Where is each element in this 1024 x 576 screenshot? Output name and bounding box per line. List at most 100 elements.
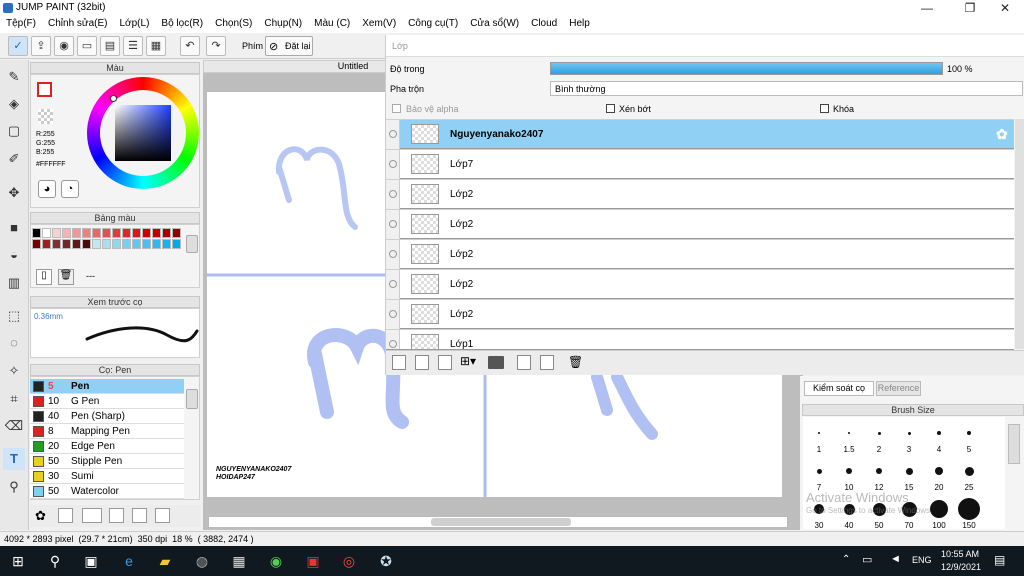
menu-file[interactable]: Tệp(F) <box>0 17 42 33</box>
palette-swatch[interactable] <box>152 228 161 238</box>
palette-swatch[interactable] <box>102 239 111 249</box>
check-icon[interactable]: ✓ <box>8 36 28 56</box>
palette-swatch[interactable] <box>92 239 101 249</box>
palette-swatch[interactable] <box>52 239 61 249</box>
menu-view[interactable]: Xem(V) <box>356 17 402 33</box>
comment-icon[interactable]: ◉ <box>54 36 74 56</box>
brush-item[interactable]: 50 Stipple Pen <box>30 454 184 469</box>
brush-item[interactable]: 50 Watercolor <box>30 484 184 499</box>
palette-icon[interactable]: ◕ <box>38 180 56 198</box>
volume-icon[interactable]: ◄ <box>890 553 901 565</box>
brush-scrollbar[interactable] <box>186 389 198 409</box>
layer-row[interactable]: Lớp2 <box>386 299 1014 330</box>
select-pen-icon[interactable]: ⌗ <box>3 388 25 410</box>
saturation-square[interactable] <box>115 105 171 161</box>
brush-settings-icon[interactable]: ✿ <box>35 508 46 524</box>
brush-item[interactable]: 10 G Pen <box>30 394 184 409</box>
new-8bit-layer-icon[interactable] <box>415 355 429 370</box>
palette-swatch[interactable] <box>52 228 61 238</box>
menu-help[interactable]: Help <box>563 17 596 33</box>
brush-tool-icon[interactable]: ✎ <box>3 66 25 88</box>
folder-icon[interactable] <box>132 508 147 523</box>
add-layer-menu-icon[interactable]: ⊞▾ <box>460 354 476 368</box>
task-view-icon[interactable]: ▣ <box>80 551 102 571</box>
palette-swatch[interactable] <box>172 239 181 249</box>
brush-size-cell[interactable]: 15 <box>895 459 923 493</box>
palette-swatch[interactable] <box>42 228 51 238</box>
layer-scrollbar[interactable] <box>1015 119 1024 349</box>
palette-swatch[interactable] <box>132 239 141 249</box>
eye-icon[interactable] <box>389 220 397 228</box>
search-icon[interactable]: ⚲ <box>44 551 66 571</box>
palette-swatch[interactable] <box>172 228 181 238</box>
redo-icon[interactable]: ↷ <box>206 36 226 56</box>
menu-capture[interactable]: Chụp(N) <box>258 17 308 33</box>
gradient-icon[interactable]: ▥ <box>3 272 25 294</box>
chrome-icon[interactable]: ◎ <box>338 551 360 571</box>
primary-color-swatch[interactable] <box>37 82 52 97</box>
eye-icon[interactable] <box>389 130 397 138</box>
palette-swatch[interactable] <box>42 239 51 249</box>
layer-row[interactable]: Nguyenyanako2407 ✿ <box>386 119 1014 150</box>
brush-size-cell[interactable]: 1.5 <box>835 421 863 455</box>
palette-swatch[interactable] <box>112 239 121 249</box>
new-brush-icon[interactable] <box>58 508 73 523</box>
copy-brush-icon[interactable] <box>109 508 124 523</box>
clock-date[interactable]: 12/9/2021 <box>941 562 981 572</box>
tray-chevron-icon[interactable]: ⌃ <box>842 554 850 565</box>
layer-row[interactable]: Lớp1 <box>386 329 1014 350</box>
brush-size-cell[interactable]: 1 <box>805 421 833 455</box>
upload-icon[interactable]: ⇪ <box>31 36 51 56</box>
list-icon[interactable]: ☰ <box>123 36 143 56</box>
fill-rect-icon[interactable]: ■ <box>3 217 25 239</box>
brush-item[interactable]: 20 Edge Pen <box>30 439 184 454</box>
protect-alpha-checkbox[interactable] <box>392 104 401 113</box>
palette-swatch[interactable] <box>92 228 101 238</box>
text-tool-icon[interactable]: T <box>3 448 25 470</box>
layer-row[interactable]: Lớp7 <box>386 149 1014 180</box>
brush-size-cell[interactable]: 150 <box>955 497 983 531</box>
layer-settings-icon[interactable]: ✿ <box>996 126 1008 143</box>
brush-item[interactable]: 5 Pen <box>30 379 184 394</box>
duplicate-icon[interactable] <box>155 508 170 523</box>
edge-icon[interactable]: e <box>118 551 140 571</box>
brush-size-cell[interactable]: 4 <box>925 421 953 455</box>
menu-layer[interactable]: Lớp(L) <box>114 17 156 33</box>
eye-icon[interactable] <box>389 250 397 258</box>
palette-swatch[interactable] <box>82 239 91 249</box>
new-1bit-layer-icon[interactable] <box>438 355 452 370</box>
magic-wand-icon[interactable]: ✧ <box>3 360 25 382</box>
palette-swatch[interactable] <box>142 228 151 238</box>
color-picker-handle[interactable] <box>110 95 117 102</box>
close-button[interactable]: ✕ <box>988 0 1022 17</box>
menu-select[interactable]: Chọn(S) <box>209 17 258 33</box>
brush-size-cell[interactable]: 3 <box>895 421 923 455</box>
eye-icon[interactable] <box>389 160 397 168</box>
menu-window[interactable]: Cửa sổ(W) <box>464 17 525 33</box>
rect-select-icon[interactable]: ▢ <box>3 120 25 142</box>
brush-control-tab[interactable]: Kiểm soát cọ <box>804 381 874 396</box>
lasso-icon[interactable]: ◌ <box>3 332 25 354</box>
brush-size-cell[interactable]: 20 <box>925 459 953 493</box>
pen-tool-icon[interactable]: ✐ <box>3 148 25 170</box>
select-eraser-icon[interactable]: ⌫ <box>3 415 25 437</box>
eye-icon[interactable] <box>389 310 397 318</box>
palette-swatch[interactable] <box>152 239 161 249</box>
menu-color[interactable]: Màu (C) <box>308 17 356 33</box>
eraser-tool-icon[interactable]: ◈ <box>3 93 25 115</box>
opacity-slider[interactable] <box>550 62 943 75</box>
palette-settings-icon[interactable]: ◔ <box>61 180 79 198</box>
palette-swatch[interactable] <box>32 239 41 249</box>
transparent-swatch[interactable] <box>38 109 53 124</box>
app-icon-4[interactable]: ✪ <box>375 551 397 571</box>
chat-icon[interactable]: ▭ <box>77 36 97 56</box>
layer-row[interactable]: Lớp2 <box>386 269 1014 300</box>
brush-size-cell[interactable]: 12 <box>865 459 893 493</box>
lock-checkbox[interactable] <box>820 104 829 113</box>
layer-folder-icon[interactable] <box>488 356 504 369</box>
new-palette-icon[interactable]: ▯ <box>36 269 52 285</box>
blend-select[interactable]: Bình thường <box>550 81 1023 96</box>
maximize-button[interactable]: ❐ <box>953 0 987 17</box>
reset-button[interactable]: ⊘ Đặt lại <box>265 36 313 56</box>
undo-icon[interactable]: ↶ <box>180 36 200 56</box>
